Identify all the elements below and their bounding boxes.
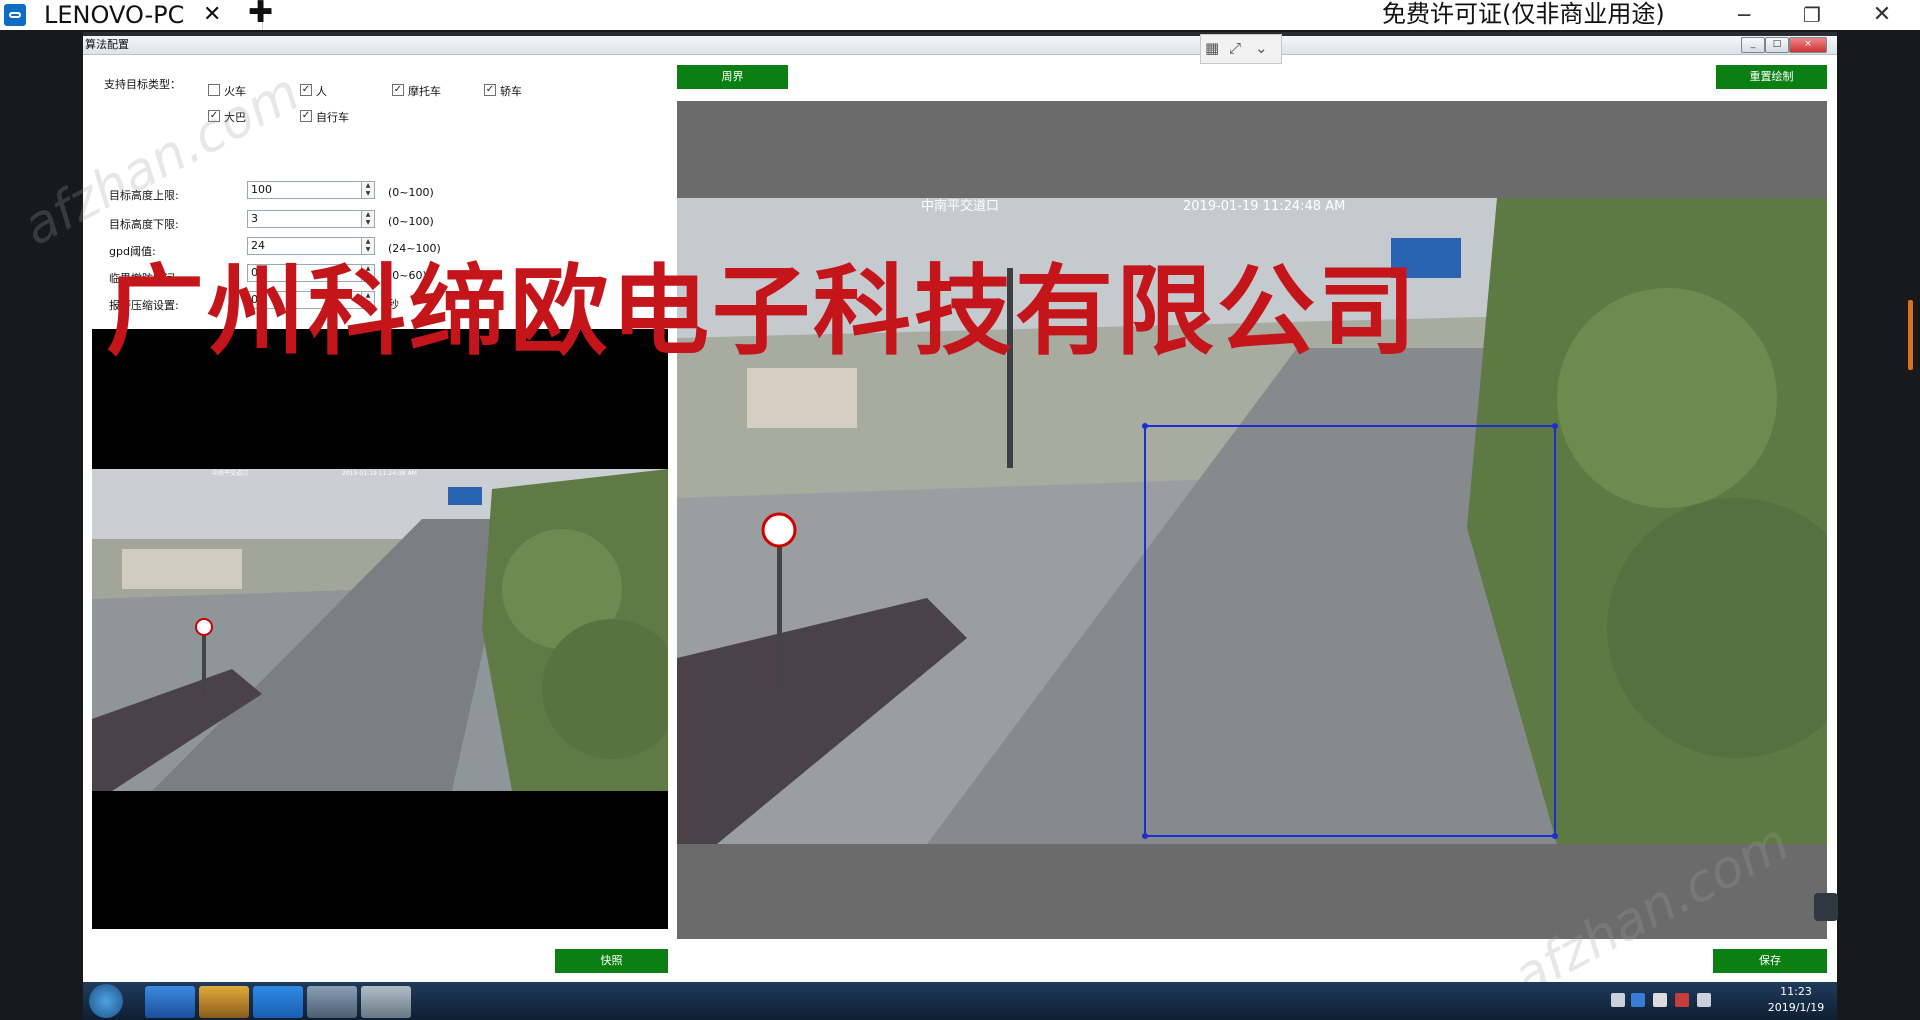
target-types-label: 支持目标类型： xyxy=(104,78,181,91)
remote-control-handle[interactable]: ▦ ⤢ ⌄ xyxy=(1200,34,1282,64)
min-height-value: 3 xyxy=(251,212,258,225)
checkbox-motorcycle-label: 摩托车 xyxy=(408,85,441,98)
grid-icon[interactable]: ▦ xyxy=(1205,39,1219,57)
perimeter-handle[interactable] xyxy=(1552,423,1558,429)
chevron-down-icon[interactable]: ⌄ xyxy=(1255,39,1268,57)
taskbar-clock[interactable]: 11:23 2019/1/19 xyxy=(1761,984,1831,1016)
checkbox-bicycle-label: 自行车 xyxy=(316,111,349,124)
algorithm-config-window: 算法配置 _ □ × ▦ ⤢ ⌄ 支持目标类型： 火车 ✓ 人 ✓ 摩托车 ✓ … xyxy=(83,34,1837,982)
flag-icon[interactable] xyxy=(1675,993,1689,1007)
company-watermark: 广州科缔欧电子科技有限公司 xyxy=(106,255,1420,369)
checkbox-motorcycle[interactable]: ✓ xyxy=(392,84,404,96)
window-maximize-button[interactable]: □ xyxy=(1765,37,1789,53)
perimeter-button[interactable]: 周界 xyxy=(677,65,788,89)
scroll-indicator[interactable] xyxy=(1908,300,1913,370)
max-height-range: (0~100) xyxy=(388,186,434,199)
spin-up-icon[interactable]: ▲ xyxy=(361,211,374,219)
network-app-icon[interactable] xyxy=(307,986,357,1018)
help-icon[interactable] xyxy=(1631,993,1645,1007)
left-osd-name: 中南平交道口 xyxy=(212,469,248,477)
license-text: 免费许可证(仅非商业用途) xyxy=(1382,0,1665,28)
save-button[interactable]: 保存 xyxy=(1713,949,1827,973)
clock-date: 2019/1/19 xyxy=(1767,1001,1825,1014)
tray-icon[interactable] xyxy=(1611,993,1625,1007)
clock-time: 11:23 xyxy=(1780,985,1812,998)
restore-button[interactable]: ❐ xyxy=(1784,0,1840,30)
config-app-icon[interactable] xyxy=(361,986,411,1018)
close-button[interactable]: ✕ xyxy=(1854,0,1910,30)
perimeter-handle[interactable] xyxy=(1142,423,1148,429)
snapshot-preview: 中南平交道口 2019-01-19 11:24:38 AM xyxy=(92,329,668,929)
window-title: 算法配置 xyxy=(85,38,129,51)
teamviewer-logo-icon xyxy=(4,4,26,26)
left-osd-time: 2019-01-19 11:24:38 AM xyxy=(342,470,417,477)
spin-down-icon[interactable]: ▼ xyxy=(361,219,374,227)
checkbox-person-label: 人 xyxy=(316,85,327,98)
max-height-input[interactable]: 100 ▲ ▼ xyxy=(247,181,375,199)
min-height-input[interactable]: 3 ▲ ▼ xyxy=(247,210,375,228)
fullscreen-icon[interactable]: ⤢ xyxy=(1229,39,1241,57)
min-height-range: (0~100) xyxy=(388,215,434,228)
right-osd-name: 中南平交道口 xyxy=(921,198,999,214)
checkbox-train[interactable] xyxy=(208,84,220,96)
teamviewer-side-icon[interactable] xyxy=(1814,893,1838,921)
reset-draw-button[interactable]: 重置绘制 xyxy=(1716,65,1827,89)
session-tab[interactable]: LENOVO-PC ✕ xyxy=(0,0,263,30)
right-osd-time: 2019-01-19 11:24:48 AM xyxy=(1183,199,1345,214)
network-icon[interactable] xyxy=(1697,993,1711,1007)
session-tab-title: LENOVO-PC xyxy=(44,1,185,29)
window-minimize-button[interactable]: _ xyxy=(1741,37,1765,53)
windows-taskbar: 11:23 2019/1/19 xyxy=(83,982,1837,1020)
snapshot-image: 中南平交道口 2019-01-19 11:24:38 AM xyxy=(92,469,668,791)
checkbox-car-label: 轿车 xyxy=(500,85,522,98)
add-tab-icon[interactable]: ✚ xyxy=(248,0,273,28)
checkbox-car[interactable]: ✓ xyxy=(484,84,496,96)
spin-up-icon[interactable]: ▲ xyxy=(361,182,374,190)
archive-app-icon[interactable] xyxy=(199,986,249,1018)
start-button-icon[interactable] xyxy=(89,984,123,1018)
max-height-value: 100 xyxy=(251,183,272,196)
perimeter-handle[interactable] xyxy=(1142,833,1148,839)
volume-icon[interactable] xyxy=(1653,993,1667,1007)
ie-icon[interactable] xyxy=(145,986,195,1018)
perimeter-handle[interactable] xyxy=(1552,833,1558,839)
snapshot-button[interactable]: 快照 xyxy=(555,949,668,973)
remote-viewer-tabbar: LENOVO-PC ✕ ✚ 免费许可证(仅非商业用途) ─ ❐ ✕ xyxy=(0,0,1920,30)
sogou-app-icon[interactable] xyxy=(253,986,303,1018)
checkbox-person[interactable]: ✓ xyxy=(300,84,312,96)
minimize-button[interactable]: ─ xyxy=(1716,0,1772,30)
window-close-button[interactable]: × xyxy=(1789,37,1827,53)
perimeter-editor[interactable]: 中南平交道口 2019-01-19 11:24:48 AM xyxy=(677,101,1827,939)
close-tab-icon[interactable]: ✕ xyxy=(203,0,221,30)
min-height-label: 目标高度下限: xyxy=(109,218,179,231)
window-titlebar: 算法配置 _ □ × xyxy=(83,36,1837,55)
spin-down-icon[interactable]: ▼ xyxy=(361,190,374,198)
